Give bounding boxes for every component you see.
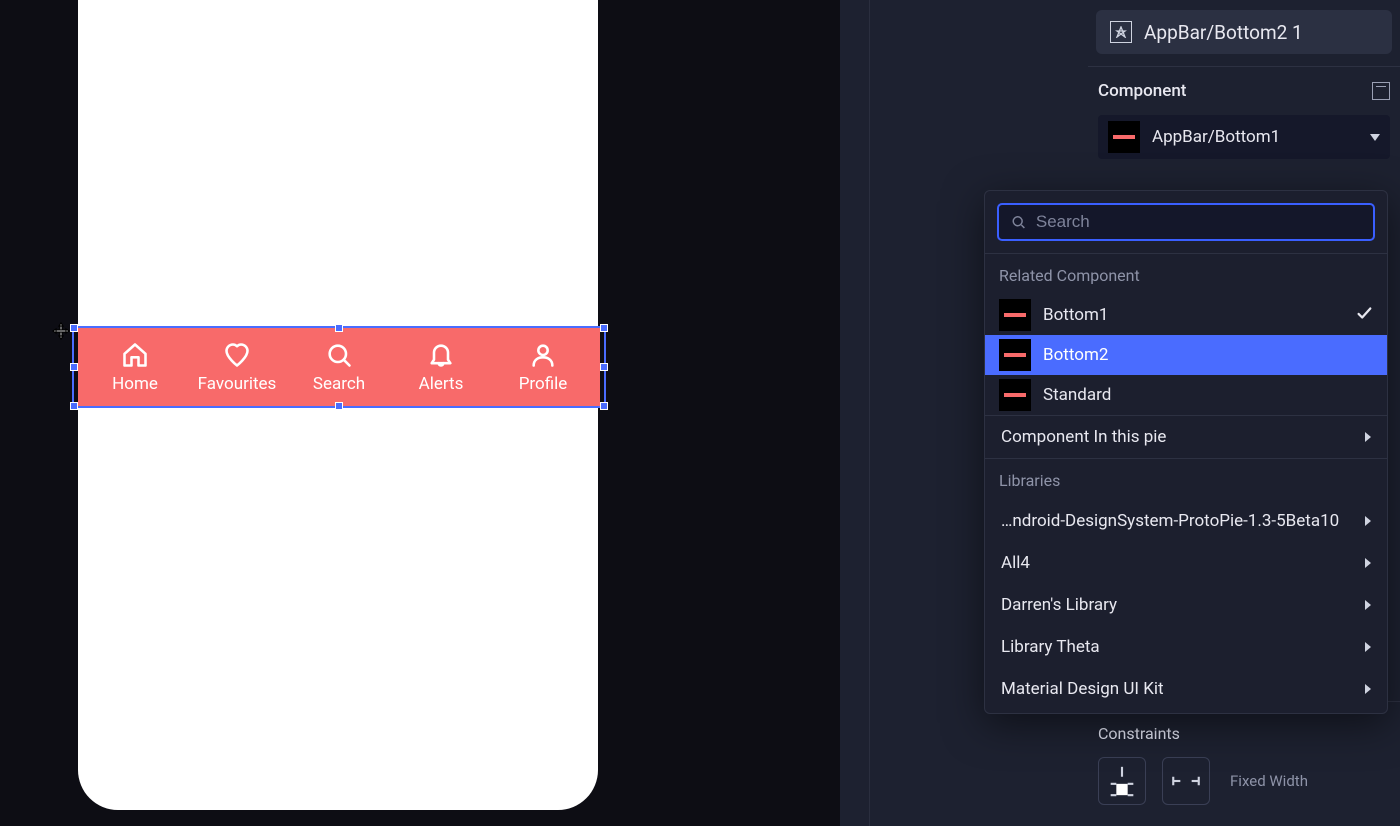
component-section-title: Component: [1098, 81, 1186, 101]
resize-handle[interactable]: [70, 324, 78, 332]
nav-item-profile[interactable]: Profile: [503, 340, 583, 394]
appbar-bottom: Home Favourites Search Alerts: [78, 328, 600, 406]
chevron-right-icon: [1365, 600, 1371, 610]
dropdown-library-item[interactable]: Library Theta: [985, 626, 1387, 668]
nav-item-search[interactable]: Search: [299, 340, 379, 394]
layer-chip-label: AppBar/Bottom2 1: [1144, 21, 1303, 44]
dropdown-library-item[interactable]: Material Design UI Kit: [985, 668, 1387, 710]
home-icon: [120, 340, 150, 370]
dropdown-item-bottom2[interactable]: Bottom2: [985, 335, 1387, 375]
fixed-width-label: Fixed Width: [1230, 772, 1308, 790]
layer-chip[interactable]: AppBar/Bottom2 1: [1096, 10, 1392, 54]
constraint-box-horizontal[interactable]: [1162, 757, 1210, 805]
nav-label: Alerts: [419, 374, 464, 394]
chevron-right-icon: [1365, 558, 1371, 568]
dropdown-row-label: …ndroid-DesignSystem-ProtoPie-1.3-5Beta1…: [1001, 511, 1339, 531]
resize-handle[interactable]: [600, 402, 608, 410]
component-thumbnail: [999, 299, 1031, 331]
dropdown-item-label: Bottom2: [1043, 345, 1108, 365]
component-thumbnail: [999, 339, 1031, 371]
related-component-label: Related Component: [985, 254, 1387, 295]
dropdown-item-label: Bottom1: [1043, 305, 1108, 325]
resize-handle[interactable]: [70, 402, 78, 410]
component-dropdown: Related Component Bottom1 Bottom2 Standa…: [984, 190, 1388, 714]
dropdown-item-standard[interactable]: Standard: [985, 375, 1387, 415]
chevron-down-icon: [1370, 134, 1380, 141]
component-thumbnail: [999, 379, 1031, 411]
user-icon: [528, 340, 558, 370]
heart-icon: [222, 340, 252, 370]
selected-appbar-component[interactable]: Home Favourites Search Alerts: [72, 326, 606, 408]
component-section: Component AppBar/Bottom1: [1088, 66, 1400, 171]
nav-label: Home: [112, 374, 158, 394]
dropdown-row-label: Material Design UI Kit: [1001, 679, 1164, 699]
nav-item-alerts[interactable]: Alerts: [401, 340, 481, 394]
dropdown-item-label: Standard: [1043, 385, 1111, 405]
libraries-label: Libraries: [985, 459, 1387, 500]
canvas-area[interactable]: Home Favourites Search Alerts: [0, 0, 840, 826]
chevron-right-icon: [1365, 516, 1371, 526]
component-thumbnail: [1108, 121, 1140, 153]
nav-label: Profile: [519, 374, 568, 394]
nav-label: Search: [313, 374, 365, 394]
dropdown-item-bottom1[interactable]: Bottom1: [985, 295, 1387, 335]
chevron-right-icon: [1365, 684, 1371, 694]
side-gutter: [840, 0, 870, 826]
resize-handle[interactable]: [70, 363, 78, 371]
dropdown-library-item[interactable]: All4: [985, 542, 1387, 584]
search-input[interactable]: [1036, 212, 1361, 232]
resize-handle[interactable]: [600, 324, 608, 332]
chevron-right-icon: [1365, 432, 1371, 442]
resize-handle[interactable]: [600, 363, 608, 371]
nav-item-home[interactable]: Home: [95, 340, 175, 394]
component-instance-icon: [1110, 21, 1132, 43]
edit-icon[interactable]: [1372, 82, 1390, 100]
dropdown-library-item[interactable]: Darren's Library: [985, 584, 1387, 626]
dropdown-row-label: Darren's Library: [1001, 595, 1117, 615]
dropdown-search[interactable]: [997, 203, 1375, 241]
search-icon: [1011, 214, 1026, 230]
move-cursor-icon: [52, 322, 70, 340]
constraints-title: Constraints: [1098, 724, 1390, 743]
dropdown-row-label: Library Theta: [1001, 637, 1100, 657]
constraint-box-vertical[interactable]: [1098, 757, 1146, 805]
check-icon: [1355, 304, 1373, 327]
constraints-section: Constraints Fixed Width: [1088, 701, 1400, 817]
nav-item-favourites[interactable]: Favourites: [197, 340, 277, 394]
component-value: AppBar/Bottom1: [1152, 127, 1280, 147]
nav-label: Favourites: [198, 374, 277, 394]
dropdown-row-label: Component In this pie: [1001, 427, 1166, 447]
dropdown-library-item[interactable]: …ndroid-DesignSystem-ProtoPie-1.3-5Beta1…: [985, 500, 1387, 542]
dropdown-row-label: All4: [1001, 553, 1030, 573]
chevron-right-icon: [1365, 642, 1371, 652]
component-selector[interactable]: AppBar/Bottom1: [1098, 115, 1390, 159]
search-icon: [324, 340, 354, 370]
bell-icon: [426, 340, 456, 370]
dropdown-row-component-in-pie[interactable]: Component In this pie: [985, 416, 1387, 458]
